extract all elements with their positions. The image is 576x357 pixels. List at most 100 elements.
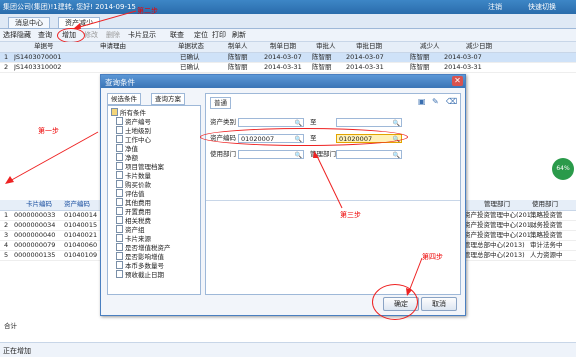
row-asset-code: 01040015	[64, 221, 98, 229]
tree-item[interactable]: 评估值	[116, 189, 145, 198]
row-creator: 陈智丽	[228, 53, 248, 61]
tree-item-label: 卡片来源	[125, 235, 151, 243]
locate-button[interactable]: 定位	[194, 30, 208, 40]
row-mgmt-dept: 资产投资管理中心(201...	[464, 231, 538, 239]
step3-arrow	[313, 151, 343, 209]
row-index: 2	[4, 221, 9, 229]
logout-link[interactable]: 注销	[488, 2, 502, 12]
field-icon	[116, 135, 123, 143]
tree-item[interactable]: 资产组	[116, 225, 145, 234]
search-icon[interactable]: 🔍	[295, 151, 302, 160]
tree-item-label: 工作中心	[125, 136, 151, 144]
close-icon[interactable]: ✕	[452, 76, 463, 86]
category-from-input[interactable]: 🔍	[238, 118, 304, 127]
tree-item-label: 其他费用	[125, 199, 151, 207]
step2-arrow	[73, 10, 137, 29]
quick-switch-link[interactable]: 快速切换	[528, 2, 556, 12]
col-doc-no: 单据号	[34, 42, 54, 50]
row-card-code: 0000000034	[14, 221, 56, 229]
col-approve-date: 审批日期	[356, 42, 382, 50]
col-approver: 审批人	[316, 42, 336, 50]
tree-item-label: 资产编号	[125, 118, 151, 126]
toggle-hidden-button[interactable]: 选择隐藏	[3, 30, 31, 40]
col-reason: 申请理由	[100, 42, 126, 50]
tree-item-label: 预收截止日期	[125, 271, 164, 279]
tree-item[interactable]: 其他费用	[116, 198, 151, 207]
tree-item[interactable]: 本币多数量号	[116, 261, 164, 270]
row-use-dept: 人力资源中	[530, 251, 563, 259]
row-index: 5	[4, 251, 9, 259]
folder-icon	[111, 108, 118, 116]
tree-item-label: 开置费用	[125, 208, 151, 216]
row-asset-code: 01040021	[64, 231, 98, 239]
row-use-dept: 策略投资管	[530, 231, 563, 239]
row-use-dept: 策略投资管	[530, 211, 563, 219]
row-card-code: 0000000033	[14, 211, 56, 219]
col-creator: 制单人	[228, 42, 248, 50]
tree-item[interactable]: 工作中心	[116, 135, 151, 144]
field-icon	[116, 180, 123, 188]
row-creator: 陈智丽	[228, 63, 248, 71]
field-icon	[116, 144, 123, 152]
row-reducer: 陈智丽	[410, 53, 430, 61]
cancel-button[interactable]: 取消	[421, 297, 457, 311]
table-row[interactable]: 2 JS1403310002 已确认 陈智丽 2014-03-31 陈智丽 20…	[0, 63, 576, 73]
tree-item[interactable]: 净值	[116, 144, 138, 153]
row-approver: 陈智丽	[312, 63, 332, 71]
tab-candidates[interactable]: 候选条件	[107, 93, 141, 105]
save-icon[interactable]: ▣	[418, 97, 426, 106]
tree-item[interactable]: 购买价款	[116, 180, 151, 189]
tree-item[interactable]: 开置费用	[116, 207, 151, 216]
total-label: 合计	[4, 322, 17, 330]
table-row[interactable]: 1 JS1403070001 已确认 陈智丽 2014-03-07 陈智丽 20…	[0, 53, 576, 63]
tree-item[interactable]: 项目管理档案	[116, 162, 164, 171]
tab-schemes[interactable]: 查询方案	[151, 93, 185, 105]
row-mgmt-dept: 资产投资管理中心(201...	[464, 211, 538, 219]
row-use-dept: 审计法务中	[530, 241, 563, 249]
refresh-button[interactable]: 刷新	[232, 30, 246, 40]
tree-root-label: 所有条件	[120, 109, 146, 117]
tree-item[interactable]: 资产编号	[116, 117, 151, 126]
query-button[interactable]: 查询	[38, 30, 52, 40]
search-icon[interactable]: 🔍	[295, 119, 302, 128]
tree-item[interactable]: 净额	[116, 153, 138, 162]
grid-header: 单据号 申请理由 单据状态 制单人 制单日期 审批人 审批日期 减少人 减少日期	[0, 42, 576, 53]
category-to-input[interactable]: 🔍	[336, 118, 402, 127]
tree-item-label: 是否影响增值	[125, 253, 164, 261]
tree-item[interactable]: 卡片来源	[116, 234, 151, 243]
use-dept-input[interactable]: 🔍	[238, 150, 304, 159]
row-index: 1	[4, 211, 9, 219]
field-icon	[116, 270, 123, 278]
field-icon	[116, 126, 123, 134]
tree-item-label: 是否增值税资产	[125, 244, 171, 252]
row-approve-date: 2014-03-07	[346, 53, 384, 61]
search-icon[interactable]: 🔍	[393, 151, 400, 160]
clear-icon[interactable]: ⌫	[446, 97, 457, 106]
tree-item[interactable]: 卡片数量	[116, 171, 151, 180]
tree-item-label: 购买价款	[125, 181, 151, 189]
row-use-dept: 财务投资管	[530, 221, 563, 229]
tree-item[interactable]: 土地级别	[116, 126, 151, 135]
search-icon[interactable]: 🔍	[393, 119, 400, 128]
tab-message-center[interactable]: 消息中心	[8, 17, 50, 29]
row-asset-code: 01040014	[64, 211, 98, 219]
tree-item-label: 相关税费	[125, 217, 151, 225]
field-icon	[116, 252, 123, 260]
row-card-code: 0000000135	[14, 251, 56, 259]
edit-icon[interactable]: ✎	[432, 97, 439, 106]
step1-arrow	[5, 131, 99, 184]
row-index: 3	[4, 231, 9, 239]
tree-item-label: 净值	[125, 145, 138, 153]
tree-root[interactable]: 所有条件	[111, 108, 146, 117]
linked-query-button[interactable]: 联查	[170, 30, 184, 40]
tab-normal[interactable]: 普通	[210, 97, 231, 109]
tree-item[interactable]: 是否增值税资产	[116, 243, 171, 252]
tree-item[interactable]: 预收截止日期	[116, 270, 164, 279]
field-icon	[116, 243, 123, 251]
tree-item[interactable]: 是否影响增值	[116, 252, 164, 261]
print-button[interactable]: 打印	[212, 30, 226, 40]
row-mgmt-dept: 资产投资管理中心(201...	[464, 221, 538, 229]
field-icon	[116, 117, 123, 125]
tree-item[interactable]: 相关税费	[116, 216, 151, 225]
row-doc-no: JS1403070001	[14, 53, 62, 61]
